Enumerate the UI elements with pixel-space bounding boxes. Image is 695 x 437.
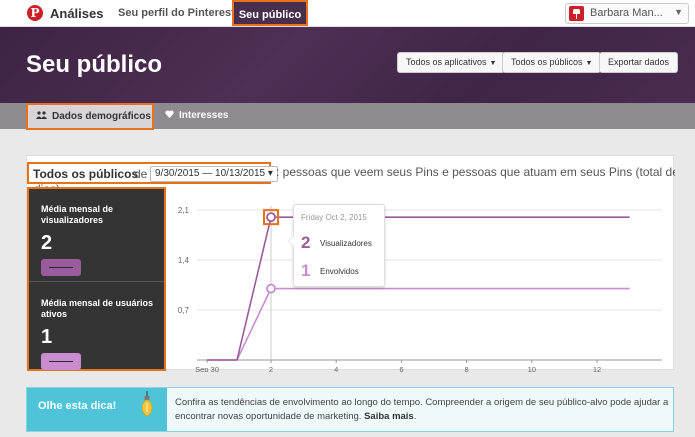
- y-tick-label: 2,1: [178, 206, 190, 215]
- stat-viewers-label: Média mensal de visualizadores: [41, 204, 114, 225]
- user-name: Barbara Man...: [590, 7, 663, 19]
- viewers-legend-toggle[interactable]: [41, 259, 81, 276]
- apps-filter-button[interactable]: Todos os aplicativos ▼: [397, 52, 506, 73]
- data-point-marker: [266, 212, 276, 223]
- tab-demographics-label: Dados demográficos: [52, 111, 151, 122]
- filter-description: : pessoas que veem seus Pins e pessoas q…: [276, 165, 675, 179]
- app-name[interactable]: Análises: [50, 6, 103, 21]
- audience-line-chart[interactable]: 2,11,40,7Sep 30 2 4 6 8 10 12: [167, 192, 674, 372]
- tooltip-engaged-value: 1: [301, 261, 311, 280]
- sub-navigation: Dados demográficos Interesses: [0, 103, 695, 130]
- x-tick-label: 6: [399, 365, 403, 372]
- stat-engaged-label: Média mensal de usuários ativos: [41, 298, 154, 319]
- top-bar: P Análises Seu perfil do Pinterest Seu p…: [0, 0, 695, 27]
- tip-text: Confira as tendências de envolvimento ao…: [175, 396, 670, 424]
- tooltip-viewers-value: 2: [301, 233, 311, 252]
- page-title: Seu público: [26, 51, 163, 78]
- tip-title: Olhe esta dica!: [27, 388, 167, 431]
- filter-sentence: Todos os públicos de 9/30/2015 — 10/13/2…: [27, 162, 675, 186]
- tip-banner: Olhe esta dica! Confira as tendências de…: [26, 387, 674, 432]
- date-range-select[interactable]: 9/30/2015 — 10/13/2015 ▾: [150, 166, 278, 182]
- tooltip-engaged-label: Envolvidos: [320, 267, 359, 276]
- y-tick-label: 1,4: [178, 256, 190, 265]
- export-data-label: Exportar dados: [608, 57, 670, 67]
- apps-filter-label: Todos os aplicativos: [406, 57, 487, 67]
- nav-your-audience[interactable]: Seu público: [232, 0, 308, 26]
- stat-engaged: Média mensal de usuários ativos 1: [41, 298, 156, 370]
- stat-engaged-value: 1: [41, 326, 53, 348]
- filter-highlight: Todos os públicos de 9/30/2015 — 10/13/2…: [27, 162, 278, 184]
- heart-icon: [165, 103, 174, 129]
- lightbulb-icon: [141, 391, 153, 417]
- tab-interests[interactable]: Interesses: [165, 103, 228, 129]
- nav-your-profile[interactable]: Seu perfil do Pinterest: [118, 7, 235, 19]
- x-tick-label: 10: [528, 365, 536, 372]
- x-tick-label: 8: [465, 365, 469, 372]
- tooltip-viewers-label: Visualizadores: [320, 239, 372, 248]
- data-point-marker: [266, 283, 276, 294]
- user-menu[interactable]: Barbara Man... ▼: [565, 3, 689, 24]
- y-tick-label: 0,7: [178, 306, 190, 315]
- chevron-down-icon: ▼: [585, 60, 593, 67]
- pin-icon: [569, 6, 584, 21]
- x-tick-label: Sep 30: [195, 365, 219, 372]
- tip-title-text: Olhe esta dica!: [38, 400, 117, 412]
- chevron-down-icon: ▼: [674, 7, 683, 17]
- divider: [29, 281, 164, 282]
- engaged-legend-toggle[interactable]: [41, 353, 81, 370]
- stat-viewers: Média mensal de visualizadores 2: [41, 204, 156, 276]
- audience-label: Todos os públicos: [33, 167, 139, 181]
- learn-more-link[interactable]: Saiba mais: [364, 411, 414, 422]
- chevron-down-icon: ▼: [489, 60, 497, 67]
- people-icon: [36, 105, 47, 128]
- audience-filter-button[interactable]: Todos os públicos ▼: [502, 52, 602, 73]
- x-tick-label: 12: [593, 365, 601, 372]
- export-data-button[interactable]: Exportar dados: [599, 52, 679, 73]
- series-line-engaged: [207, 287, 630, 361]
- date-range-value: 9/30/2015 — 10/13/2015: [155, 168, 266, 179]
- pinterest-logo-icon[interactable]: P: [27, 5, 43, 21]
- filter-preposition: de: [134, 167, 148, 181]
- audience-card: Todos os públicos de 9/30/2015 — 10/13/2…: [26, 155, 675, 372]
- stats-panel: Média mensal de visualizadores 2 Média m…: [27, 187, 166, 371]
- chart-tooltip: Friday Oct 2, 2015 2 Visualizadores 1 En…: [288, 204, 385, 287]
- tab-demographics[interactable]: Dados demográficos: [26, 103, 154, 130]
- tip-body: Confira as tendências de envolvimento ao…: [175, 397, 669, 422]
- page-header: Seu público Todos os aplicativos ▼ Todos …: [0, 27, 695, 103]
- x-tick-label: 4: [334, 365, 338, 372]
- tab-interests-label: Interesses: [179, 110, 229, 121]
- x-tick-label: 2: [269, 365, 273, 372]
- tooltip-date: Friday Oct 2, 2015: [301, 213, 367, 222]
- stat-viewers-value: 2: [41, 232, 53, 254]
- tip-link-suffix: .: [413, 411, 417, 422]
- chevron-down-icon: ▾: [267, 168, 273, 179]
- audience-filter-label: Todos os públicos: [511, 57, 583, 67]
